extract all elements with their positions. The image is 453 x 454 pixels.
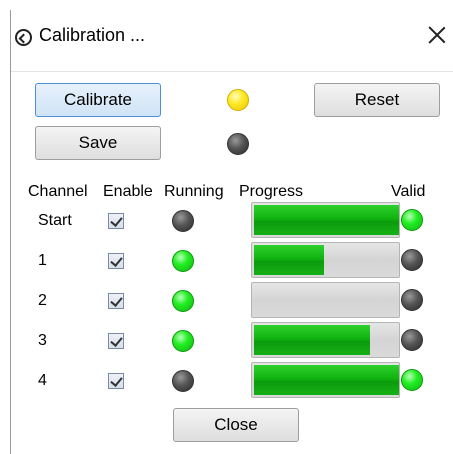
calibration-window: Calibration ... Calibrate Reset Save Cha… <box>10 10 453 454</box>
enable-checkbox[interactable] <box>108 373 124 389</box>
channel-label: 3 <box>38 332 47 349</box>
valid-led <box>401 209 423 231</box>
header-enable: Enable <box>103 183 153 200</box>
header-channel: Channel <box>28 183 88 200</box>
close-button[interactable]: Close <box>173 408 299 442</box>
title-separator <box>11 71 453 72</box>
valid-led <box>401 369 423 391</box>
enable-checkbox[interactable] <box>108 213 124 229</box>
valid-led <box>401 289 423 311</box>
save-button[interactable]: Save <box>35 126 161 160</box>
channel-label: 4 <box>38 372 47 389</box>
progress-bar <box>251 322 400 358</box>
running-led <box>172 290 194 312</box>
channel-label: Start <box>38 212 72 229</box>
valid-led <box>401 249 423 271</box>
progress-bar <box>251 282 400 318</box>
header-valid: Valid <box>391 183 426 200</box>
back-circle-icon <box>15 29 32 46</box>
close-icon[interactable] <box>424 20 450 48</box>
title-bar: Calibration ... <box>11 10 453 62</box>
running-led <box>172 250 194 272</box>
progress-fill <box>254 365 399 395</box>
reset-button[interactable]: Reset <box>314 83 440 117</box>
enable-checkbox[interactable] <box>108 333 124 349</box>
channel-label: 1 <box>38 252 47 269</box>
progress-bar <box>251 242 400 278</box>
running-led <box>172 330 194 352</box>
progress-bar <box>251 202 400 238</box>
progress-bar <box>251 362 400 398</box>
header-running: Running <box>164 183 224 200</box>
header-progress: Progress <box>239 183 304 200</box>
running-led <box>172 210 194 232</box>
channel-label: 2 <box>38 292 47 309</box>
calibrate-button[interactable]: Calibrate <box>35 83 161 117</box>
valid-led <box>401 329 423 351</box>
window-title: Calibration ... <box>39 25 146 45</box>
running-led <box>172 370 194 392</box>
enable-checkbox[interactable] <box>108 293 124 309</box>
enable-checkbox[interactable] <box>108 253 124 269</box>
progress-fill <box>254 325 370 355</box>
progress-fill <box>254 205 399 235</box>
save-status-led <box>227 133 249 155</box>
calibrate-status-led <box>227 89 249 111</box>
progress-fill <box>254 245 324 275</box>
